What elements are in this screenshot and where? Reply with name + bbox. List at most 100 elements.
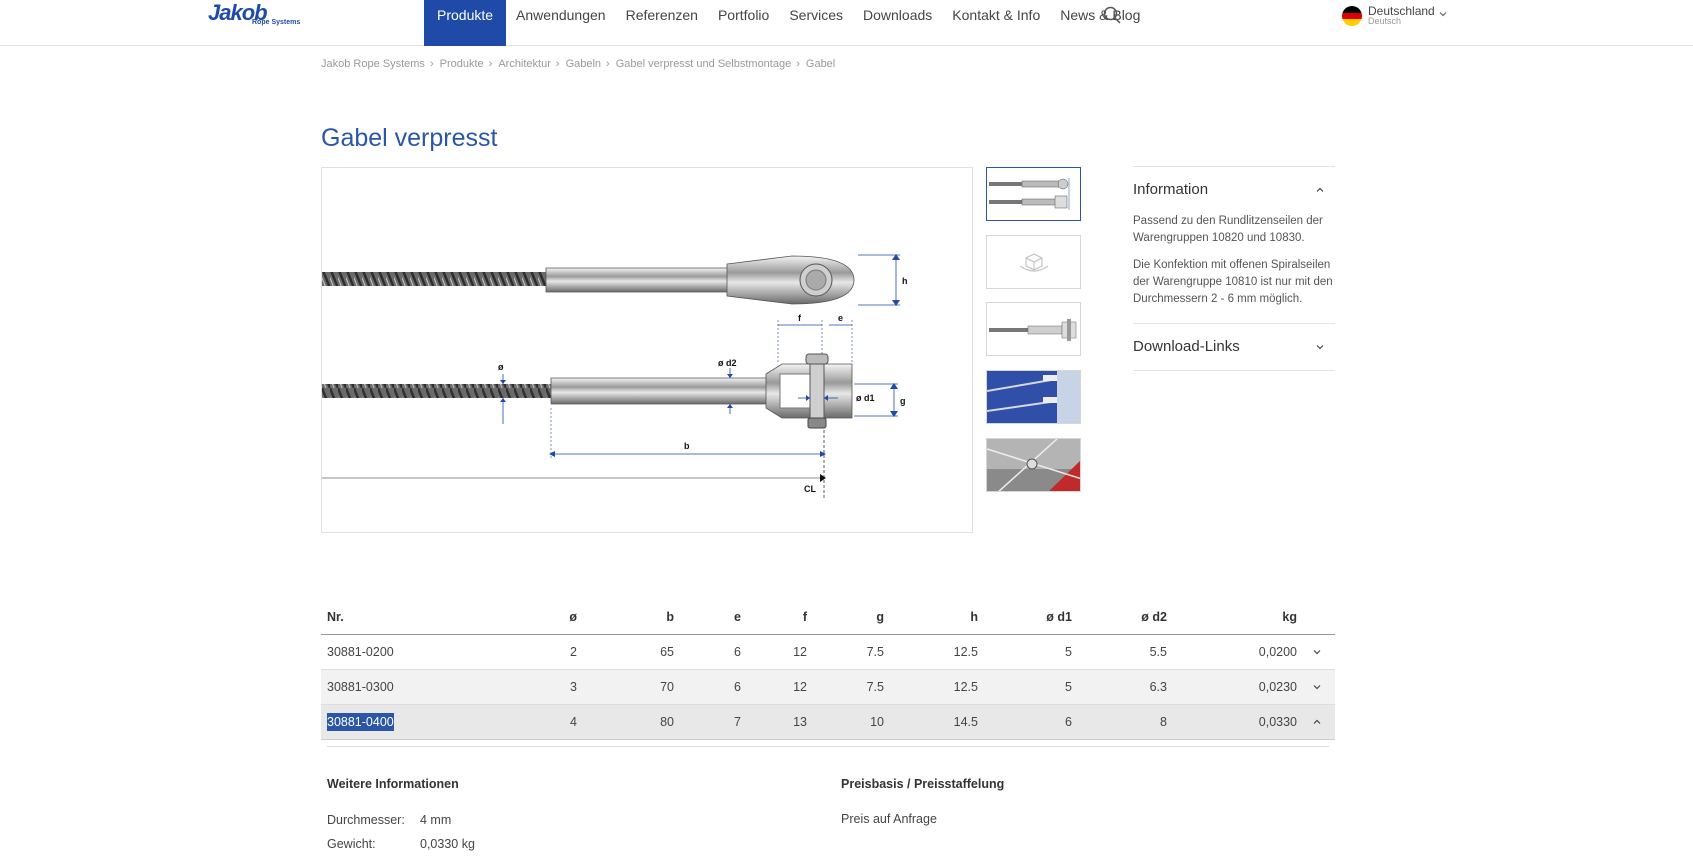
breadcrumb-separator: › <box>796 58 800 70</box>
breadcrumb-item[interactable]: Produkte <box>440 58 484 70</box>
cell-b: 70 <box>660 680 674 694</box>
col-header-h: h <box>970 610 978 624</box>
dim-label-f: f <box>798 313 802 323</box>
breadcrumb-separator: › <box>555 58 560 70</box>
nav-downloads[interactable]: Downloads <box>853 0 942 46</box>
cell-b: 65 <box>660 645 674 659</box>
download-header[interactable]: Download-Links <box>1133 324 1335 370</box>
price-value: Preis auf Anfrage <box>841 812 937 826</box>
col-header-nr: Nr. <box>327 610 344 624</box>
cell-dia: 3 <box>570 680 577 694</box>
nav-kontakt[interactable]: Kontakt & Info <box>942 0 1050 46</box>
cell-f: 13 <box>793 715 807 729</box>
col-header-dia: ø <box>569 610 577 624</box>
information-header[interactable]: Information <box>1133 167 1335 213</box>
information-paragraph: Die Konfektion mit offenen Spiralseilen … <box>1133 259 1333 305</box>
thumbnail-installation-red[interactable] <box>986 438 1081 492</box>
thumbnail-3d-view[interactable] <box>986 235 1081 289</box>
col-header-g: g <box>876 610 884 624</box>
download-accordion: Download-Links <box>1133 323 1335 371</box>
breadcrumb-item[interactable]: Gabel verpresst und Selbstmontage <box>616 58 792 70</box>
dim-label-g: g <box>900 396 906 406</box>
main-nav: Produkte Anwendungen Referenzen Portfoli… <box>424 0 1150 46</box>
thumbnail-product[interactable] <box>986 302 1081 356</box>
cell-d1: 5 <box>1065 680 1072 694</box>
col-header-b: b <box>666 610 674 624</box>
cell-e: 6 <box>734 680 741 694</box>
search-icon[interactable] <box>1103 6 1121 24</box>
selected-text: 30881-0400 <box>327 713 394 731</box>
cell-h: 12.5 <box>953 680 978 694</box>
chevron-up-icon[interactable] <box>1312 717 1322 727</box>
detail-divider <box>327 746 1329 747</box>
cell-kg: 0,0330 <box>1258 715 1297 729</box>
table-header: Nr. ø b e f g h ø d1 ø d2 kg <box>321 600 1335 635</box>
col-header-d2: ø d2 <box>1141 610 1167 624</box>
diameter-label: Durchmesser: <box>327 813 405 827</box>
table-row[interactable]: 30881-0300 3 70 6 12 7.5 12.5 5 6.3 0,02… <box>321 670 1335 705</box>
cell-kg: 0,0230 <box>1258 680 1297 694</box>
breadcrumb-item[interactable]: Gabeln <box>566 58 601 70</box>
jakob-logo[interactable]: Jakob Rope Systems <box>208 0 303 28</box>
cell-g: 7.5 <box>866 680 884 694</box>
cell-d2: 5.5 <box>1149 645 1167 659</box>
table-row[interactable]: 30881-0200 2 65 6 12 7.5 12.5 5 5.5 0,02… <box>321 635 1335 670</box>
cell-g: 7.5 <box>866 645 884 659</box>
weight-label: Gewicht: <box>327 837 376 851</box>
thumbnail-installation-blue[interactable] <box>986 370 1081 424</box>
breadcrumb-separator: › <box>606 58 610 70</box>
breadcrumb-item[interactable]: Architektur <box>498 58 551 70</box>
product-main-image[interactable]: h f e ø d2 ø d1 g ø b CL <box>321 167 973 533</box>
cell-d2: 8 <box>1160 715 1167 729</box>
cell-b: 80 <box>660 715 674 729</box>
breadcrumb-item[interactable]: Jakob Rope Systems <box>321 58 425 70</box>
cell-h: 14.5 <box>953 715 978 729</box>
nav-anwendungen[interactable]: Anwendungen <box>506 0 616 46</box>
chevron-up-icon <box>1316 187 1324 192</box>
germany-flag-icon <box>1342 6 1362 26</box>
cell-f: 12 <box>793 680 807 694</box>
cell-e: 6 <box>734 645 741 659</box>
cell-d1: 5 <box>1065 645 1072 659</box>
cell-e: 7 <box>734 715 741 729</box>
dim-label-d1: ø d1 <box>856 393 875 403</box>
dim-label-d2: ø d2 <box>718 358 737 368</box>
cut-off-row <box>327 859 587 865</box>
chevron-down-icon[interactable] <box>1312 682 1322 692</box>
more-info-title: Weitere Informationen <box>327 777 459 791</box>
page-title: Gabel verpresst <box>321 124 498 152</box>
nav-referenzen[interactable]: Referenzen <box>616 0 708 46</box>
cell-h: 12.5 <box>953 645 978 659</box>
breadcrumb-current: Gabel <box>805 58 836 70</box>
dim-label-e: e <box>838 313 843 323</box>
information-accordion: Information Passend zu den Rundlitzensei… <box>1133 166 1335 322</box>
price-title: Preisbasis / Preisstaffelung <box>841 777 1005 791</box>
dim-label-h: h <box>902 276 908 286</box>
cell-f: 12 <box>793 645 807 659</box>
cell-dia: 4 <box>570 715 577 729</box>
cell-nr: 30881-0200 <box>327 645 394 659</box>
weight-value: 0,0330 kg <box>420 837 475 851</box>
breadcrumb-separator: › <box>429 58 434 70</box>
nav-services[interactable]: Services <box>779 0 853 46</box>
cell-g: 10 <box>870 715 884 729</box>
nav-produkte[interactable]: Produkte <box>424 0 507 46</box>
cell-dia: 2 <box>570 645 577 659</box>
dim-label-cl: CL <box>804 484 816 494</box>
table-row-expanded[interactable]: 30881-0400 4 80 7 13 10 14.5 6 8 0,0330 <box>321 705 1335 740</box>
information-paragraph: Passend zu den Rundlitzenseilen der Ware… <box>1133 215 1323 244</box>
cell-nr: 30881-0300 <box>327 680 394 694</box>
cell-kg: 0,0200 <box>1258 645 1297 659</box>
col-header-kg: kg <box>1282 610 1297 624</box>
thumbnail-drawing[interactable] <box>986 167 1081 221</box>
col-header-e: e <box>734 610 741 624</box>
chevron-down-icon[interactable] <box>1312 647 1322 657</box>
breadcrumb: Jakob Rope Systems › Produkte › Architektu… <box>321 58 835 70</box>
download-title: Download-Links <box>1133 338 1240 355</box>
cell-d2: 6.3 <box>1149 680 1167 694</box>
nav-portfolio[interactable]: Portfolio <box>708 0 779 46</box>
cell-d1: 6 <box>1065 715 1072 729</box>
nav-news[interactable]: News & Blog <box>1050 0 1150 46</box>
chevron-down-icon <box>1316 345 1324 350</box>
col-header-d1: ø d1 <box>1046 610 1072 624</box>
